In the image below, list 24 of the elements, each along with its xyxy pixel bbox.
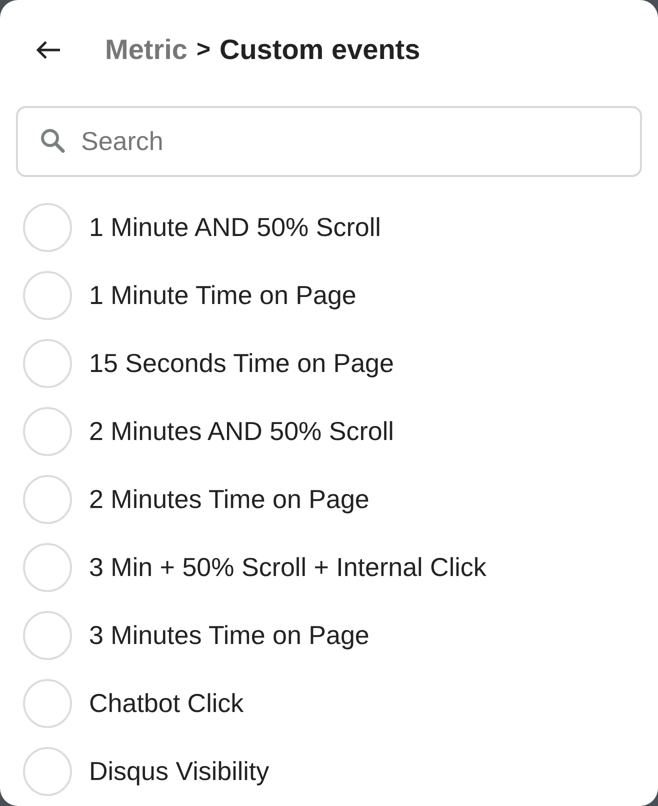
radio-button[interactable] (23, 678, 72, 728)
event-label: Disqus Visibility (89, 754, 270, 788)
radio-button[interactable] (23, 338, 72, 388)
search-icon (40, 128, 66, 154)
search-field[interactable]: Search (16, 106, 642, 177)
event-label: 3 Min + 50% Scroll + Internal Click (89, 550, 486, 584)
breadcrumb-link[interactable]: Metric (105, 29, 188, 71)
radio-button[interactable] (23, 610, 72, 660)
event-label: 1 Minute AND 50% Scroll (89, 210, 381, 244)
radio-button[interactable] (23, 270, 72, 320)
event-label: 2 Minutes AND 50% Scroll (89, 414, 394, 448)
event-label: Chatbot Click (89, 686, 244, 720)
event-label: 2 Minutes Time on Page (89, 482, 370, 516)
radio-button[interactable] (23, 202, 72, 252)
event-label: 3 Minutes Time on Page (89, 618, 370, 652)
radio-button[interactable] (23, 406, 72, 456)
radio-button[interactable] (23, 746, 72, 796)
radio-button[interactable] (23, 542, 72, 592)
radio-button[interactable] (23, 474, 72, 524)
event-label: 1 Minute Time on Page (89, 278, 356, 312)
event-label: 15 Seconds Time on Page (89, 346, 394, 380)
breadcrumb-separator: > (196, 35, 210, 65)
page-title: Custom events (219, 33, 420, 67)
back-arrow-icon (35, 40, 61, 60)
